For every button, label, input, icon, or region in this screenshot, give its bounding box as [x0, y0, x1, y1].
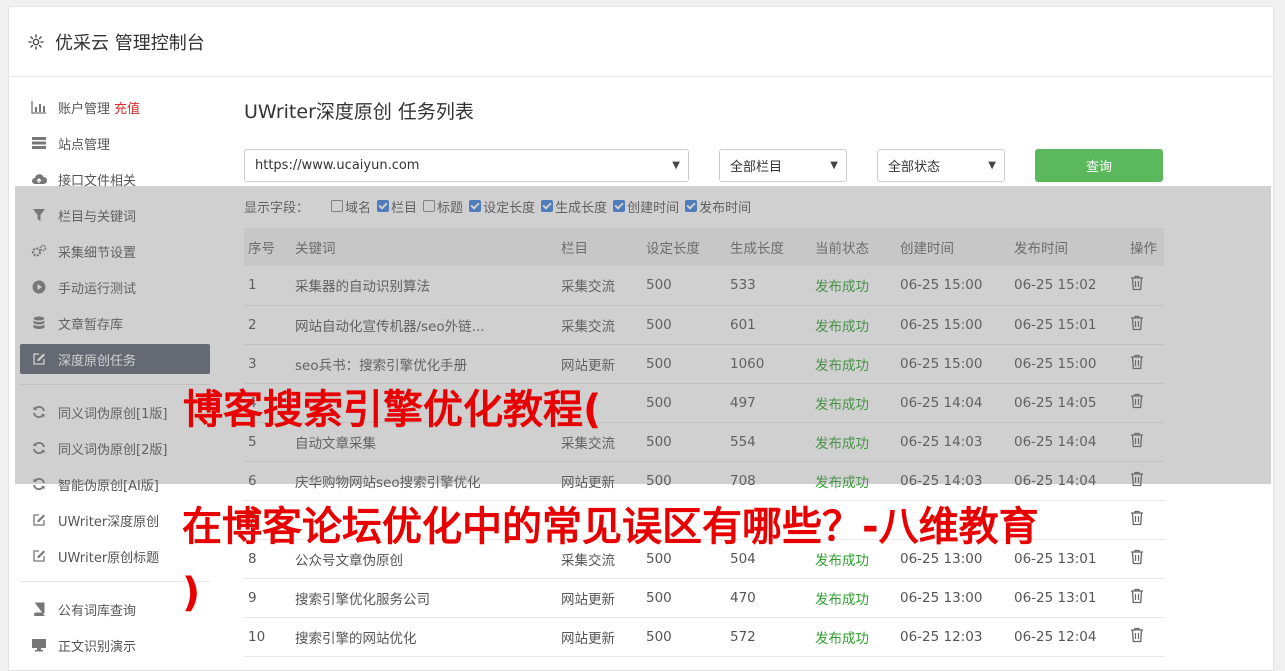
book-icon	[30, 600, 48, 618]
chevron-down-icon: ▼	[830, 159, 838, 171]
chevron-down-icon: ▼	[988, 159, 996, 171]
recharge-link[interactable]: 充值	[114, 98, 140, 117]
top-bar: 优采云 管理控制台	[9, 7, 1273, 77]
action-cell	[1126, 539, 1164, 579]
action-cell	[1126, 578, 1164, 618]
table-cell: 06-25 13:00	[896, 578, 1010, 618]
overlay-text-line1: 博客搜索引擎优化教程(	[183, 387, 602, 433]
sidebar-item-label: UWriter原创标题	[58, 550, 160, 566]
filter-bar: https://www.ucaiyun.com ▼ 全部栏目 ▼ 全部状态 ▼ 查询	[244, 148, 1174, 182]
table-cell: 500	[642, 617, 726, 657]
column-select-value: 全部栏目	[730, 159, 783, 175]
table-cell: 网站更新	[557, 617, 642, 657]
table-cell: 06-25 12:03	[896, 617, 1010, 657]
action-cell	[1126, 500, 1164, 540]
table-cell: 10	[244, 617, 291, 657]
monitor-icon	[30, 636, 48, 654]
table-cell: 搜索引擎的网站优化	[291, 617, 557, 657]
sidebar-item[interactable]: 正文识别演示	[20, 630, 210, 660]
site-select[interactable]: https://www.ucaiyun.com ▼	[244, 148, 689, 182]
gear-icon	[28, 33, 44, 50]
table-cell: 搜索引擎优化服务公司	[291, 578, 557, 618]
sidebar-item[interactable]: 账户管理 充值	[20, 92, 210, 122]
sidebar-item-label: 站点管理	[58, 137, 111, 153]
table-cell: 网站更新	[557, 578, 642, 618]
site-select-value: https://www.ucaiyun.com	[255, 157, 420, 173]
status-select[interactable]: 全部状态 ▼	[877, 148, 1005, 182]
table-cell: 发布成功	[811, 617, 896, 657]
column-select[interactable]: 全部栏目 ▼	[719, 148, 847, 182]
trash-icon[interactable]	[1130, 510, 1144, 526]
table-cell: 06-25 12:04	[1010, 617, 1126, 657]
table-cell: 470	[726, 578, 811, 618]
table-cell: 发布成功	[811, 578, 896, 618]
table-cell: 06-25 13:01	[1010, 578, 1126, 618]
sidebar-item-label: 账户管理	[58, 101, 111, 117]
sidebar-item[interactable]: 站点管理	[20, 128, 210, 158]
sidebar-item-label: 公有词库查询	[58, 603, 137, 619]
server-icon	[30, 134, 48, 152]
sidebar-item-label: UWriter深度原创	[58, 514, 160, 530]
app-title: 优采云 管理控制台	[55, 32, 205, 54]
overlay-text-line2: 在博客论坛优化中的常见误区有哪些？-八维教育	[182, 504, 1039, 550]
trash-icon[interactable]	[1130, 627, 1144, 643]
sidebar-item-label: 正文识别演示	[58, 639, 137, 655]
status-select-value: 全部状态	[888, 159, 941, 175]
edit-icon	[30, 511, 48, 529]
table-row: 9 搜索引擎优化服务公司 网站更新 500 470 发布成功 06-25 13:00 06-2…	[244, 578, 1164, 618]
overlay-text-line3: )	[182, 570, 201, 616]
trash-icon[interactable]	[1130, 549, 1144, 565]
table-row: 10 搜索引擎的网站优化 网站更新 500 572 发布成功 06-25 12:03 06-2…	[244, 617, 1164, 657]
table-cell: 500	[642, 578, 726, 618]
table-cell: 9	[244, 578, 291, 618]
edit-icon	[30, 547, 48, 565]
page-title: UWriter深度原创 任务列表	[244, 101, 474, 123]
query-button[interactable]: 查询	[1035, 148, 1163, 182]
action-cell	[1126, 617, 1164, 657]
overlay-band	[15, 186, 1271, 484]
chevron-down-icon: ▼	[672, 159, 680, 171]
table-cell: 572	[726, 617, 811, 657]
trash-icon[interactable]	[1130, 588, 1144, 604]
bar-chart-icon	[30, 98, 48, 116]
